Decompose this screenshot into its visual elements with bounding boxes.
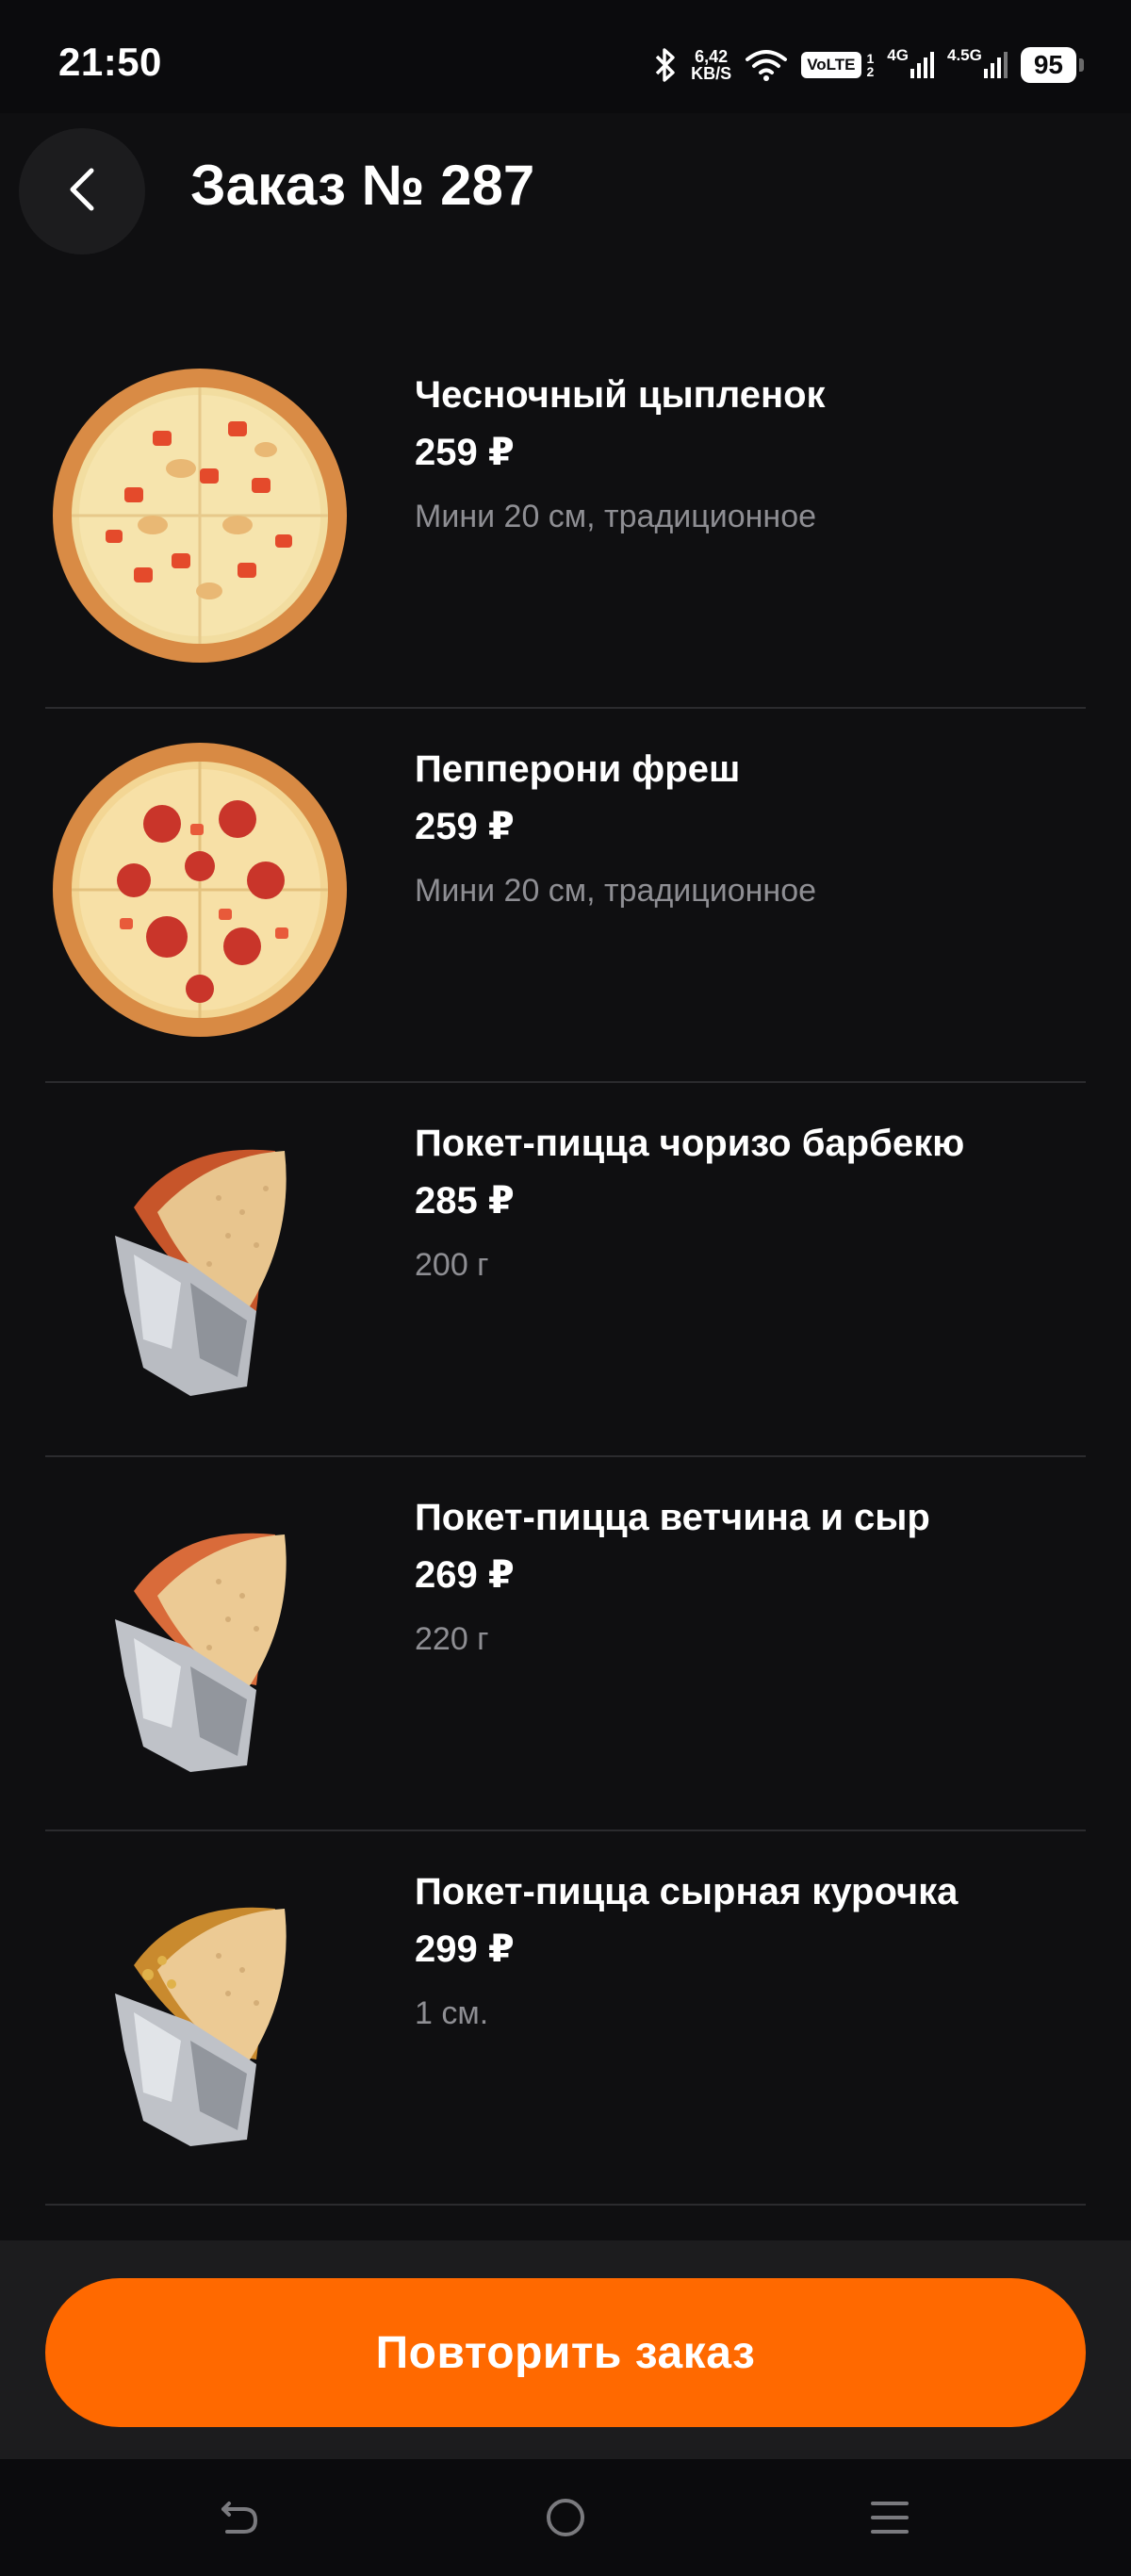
signal-sim2: 4.5G <box>947 46 1008 78</box>
volte-badge: VoLTE <box>801 52 861 78</box>
network-type-2: 4.5G <box>946 46 982 64</box>
status-bar: 21:50 6,42 KB/S VoLTE 1 2 4G 4.5G 95 <box>0 0 1131 113</box>
home-circle-icon <box>542 2494 589 2546</box>
item-details: Мини 20 см, традиционное <box>415 499 817 534</box>
item-details: 220 г <box>415 1621 489 1657</box>
signal-bars-icon <box>983 52 1008 78</box>
pizza-pepperoni-image <box>45 735 354 1044</box>
nav-menu-button[interactable] <box>852 2482 927 2557</box>
bluetooth-icon <box>653 46 678 84</box>
signal-bars-icon <box>910 52 934 78</box>
order-item[interactable]: Пепперони фреш 259 ₽ Мини 20 см, традици… <box>45 709 1086 1083</box>
signal-sim1: 4G <box>887 46 934 78</box>
menu-lines-icon <box>866 2494 913 2546</box>
pocket-pizza-image <box>45 1484 354 1793</box>
pizza-garlic-chicken-image <box>45 361 354 670</box>
item-price: 285 ₽ <box>415 1180 515 1222</box>
sim-indicator: 1 2 <box>867 52 875 78</box>
item-name: Пепперони фреш <box>415 748 741 790</box>
nav-home-button[interactable] <box>528 2482 603 2557</box>
item-details: 1 см. <box>415 1995 489 2031</box>
battery-level: 95 <box>1020 47 1076 83</box>
item-price: 259 ₽ <box>415 806 515 847</box>
network-speed: 6,42 KB/S <box>691 48 731 82</box>
item-name: Покет-пицца чоризо барбекю <box>415 1123 965 1164</box>
item-name: Покет-пицца сырная курочка <box>415 1871 959 1912</box>
status-icons: 6,42 KB/S VoLTE 1 2 4G 4.5G 95 <box>653 41 1084 89</box>
page-title: Заказ № 287 <box>190 154 535 217</box>
item-price: 269 ₽ <box>415 1554 515 1596</box>
order-item[interactable]: Покет-пицца ветчина и сыр 269 ₽ 220 г <box>45 1457 1086 1831</box>
item-name: Покет-пицца ветчина и сыр <box>415 1497 930 1538</box>
nav-back-button[interactable] <box>202 2482 277 2557</box>
order-item[interactable]: Чесночный цыпленок 259 ₽ Мини 20 см, тра… <box>45 335 1086 709</box>
wifi-icon <box>745 48 788 82</box>
sim2-label: 2 <box>866 64 875 79</box>
back-arrow-icon <box>216 2494 263 2546</box>
item-details: 200 г <box>415 1247 489 1283</box>
back-button[interactable] <box>19 128 145 254</box>
system-nav-bar <box>0 2459 1131 2576</box>
item-price: 299 ₽ <box>415 1928 515 1970</box>
item-name: Чесночный цыпленок <box>415 374 826 416</box>
network-type-1: 4G <box>887 46 909 64</box>
pocket-pizza-image <box>45 1109 354 1419</box>
item-price: 259 ₽ <box>415 432 515 473</box>
item-details: Мини 20 см, традиционное <box>415 873 817 909</box>
battery-tip <box>1079 58 1084 72</box>
network-speed-value: 6,42 <box>695 47 729 66</box>
bottom-action-panel: Повторить заказ <box>0 2240 1131 2459</box>
pocket-pizza-image <box>45 1858 354 2167</box>
order-item[interactable]: Покет-пицца чоризо барбекю 285 ₽ 200 г <box>45 1083 1086 1457</box>
sim1-label: 1 <box>866 51 875 66</box>
network-speed-unit: KB/S <box>691 64 732 83</box>
repeat-order-button[interactable]: Повторить заказ <box>45 2278 1086 2427</box>
order-item[interactable]: Покет-пицца сырная курочка 299 ₽ 1 см. <box>45 1831 1086 2206</box>
chevron-left-icon <box>63 165 101 219</box>
status-time: 21:50 <box>58 40 162 84</box>
order-items-list: Чесночный цыпленок 259 ₽ Мини 20 см, тра… <box>45 335 1086 2206</box>
battery-indicator: 95 <box>1020 47 1084 83</box>
